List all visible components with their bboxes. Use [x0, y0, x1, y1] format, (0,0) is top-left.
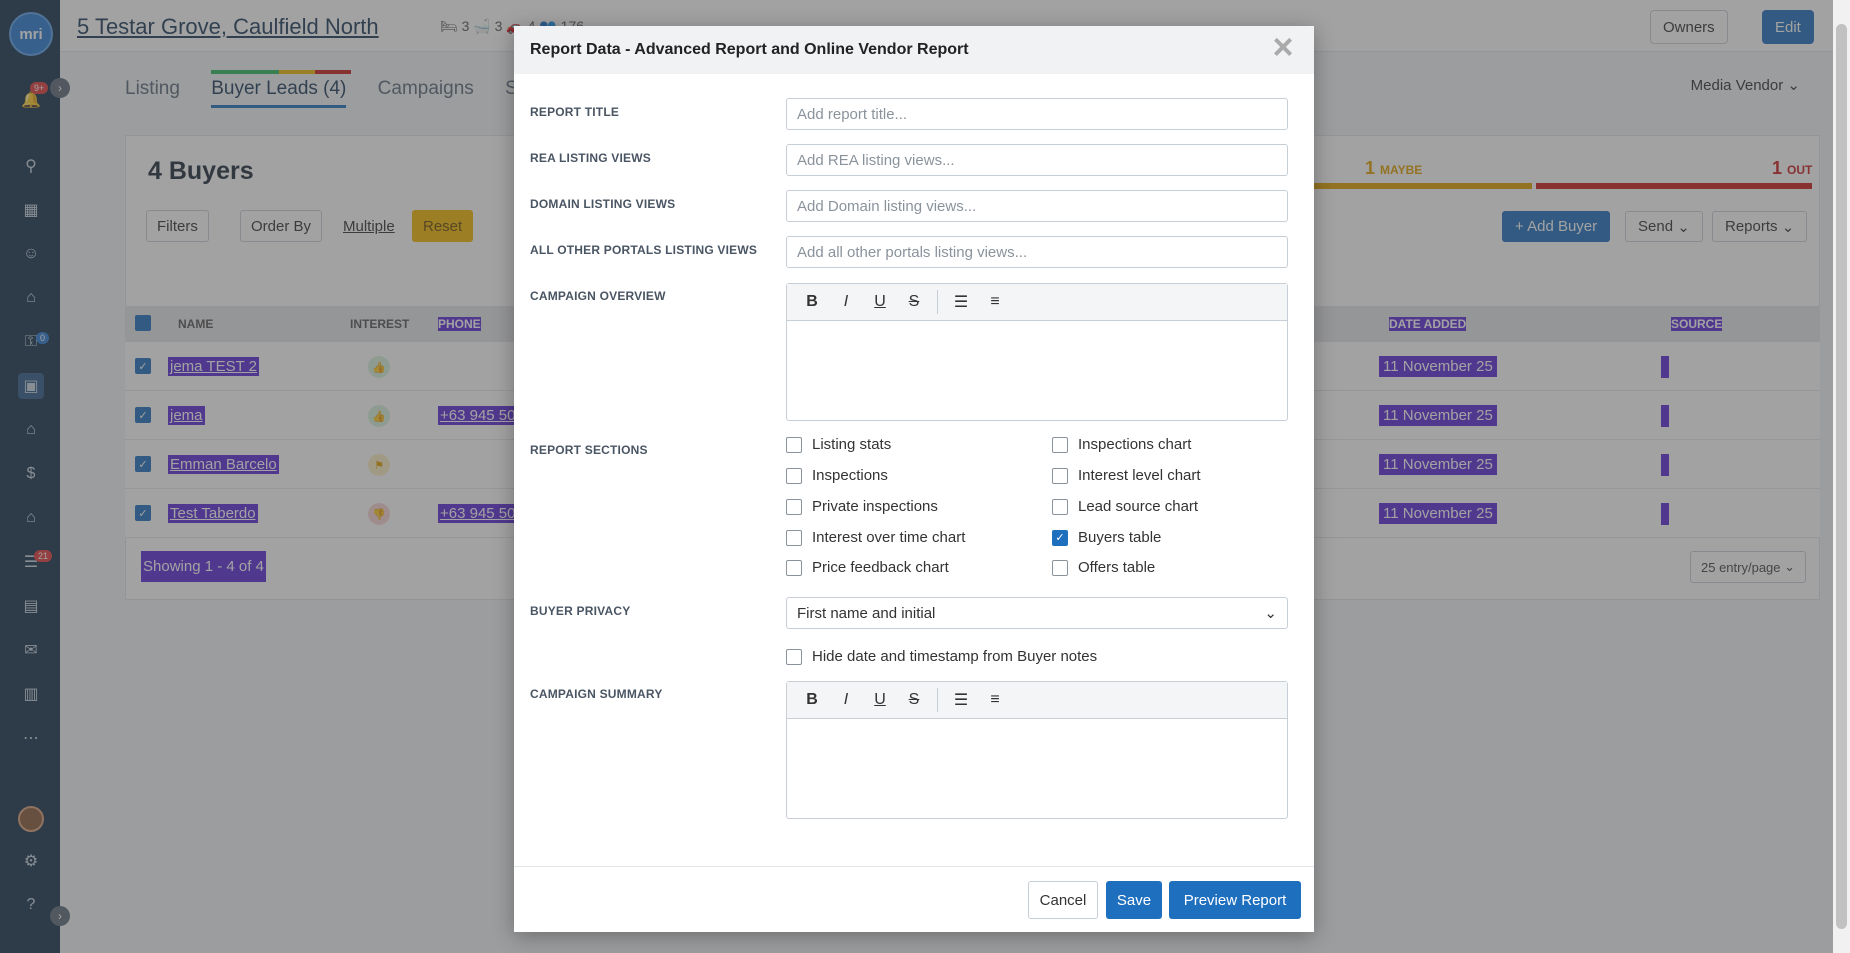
toolbar-divider	[937, 688, 938, 712]
section-offers-table[interactable]: Offers table	[1052, 559, 1155, 576]
report-sections-label: REPORT SECTIONS	[530, 443, 648, 457]
italic-icon[interactable]: I	[829, 691, 863, 709]
strikethrough-icon[interactable]: S	[897, 293, 931, 311]
checkbox[interactable]	[786, 648, 802, 665]
numbered-list-icon[interactable]: ≡	[978, 691, 1012, 709]
checkbox[interactable]	[786, 529, 802, 546]
checkbox[interactable]	[786, 498, 802, 515]
section-lead-source-chart[interactable]: Lead source chart	[1052, 498, 1198, 515]
close-icon[interactable]: ×	[1266, 29, 1300, 66]
report-data-modal: Report Data - Advanced Report and Online…	[514, 26, 1314, 932]
section-inspections[interactable]: Inspections	[786, 467, 888, 484]
section-listing-stats[interactable]: Listing stats	[786, 436, 891, 453]
preview-report-button[interactable]: Preview Report	[1169, 881, 1301, 919]
checkbox-label: Offers table	[1078, 559, 1156, 576]
checkbox[interactable]	[786, 436, 802, 453]
section-buyers-table[interactable]: ✓ Buyers table	[1052, 529, 1161, 546]
report-title-label: REPORT TITLE	[530, 105, 620, 119]
checkbox[interactable]	[786, 559, 802, 576]
checkbox-label: Private inspections	[812, 498, 938, 515]
editor-toolbar: B I U S ☰ ≡	[787, 682, 1287, 719]
checkbox-label: Interest over time chart	[812, 529, 966, 546]
bold-icon[interactable]: B	[795, 691, 829, 709]
hide-timestamp-checkbox[interactable]: Hide date and timestamp from Buyer notes	[786, 648, 1097, 665]
numbered-list-icon[interactable]: ≡	[978, 293, 1012, 311]
section-price-feedback-chart[interactable]: Price feedback chart	[786, 559, 949, 576]
bold-icon[interactable]: B	[795, 293, 829, 311]
other-views-input[interactable]	[786, 236, 1288, 268]
checkbox-label: Lead source chart	[1078, 498, 1199, 515]
bullet-list-icon[interactable]: ☰	[944, 690, 978, 710]
checkbox-label: Hide date and timestamp from Buyer notes	[812, 648, 1098, 665]
checkbox-label: Interest level chart	[1078, 467, 1201, 484]
editor-body[interactable]	[787, 719, 1287, 819]
rea-views-label: REA LISTING VIEWS	[530, 151, 651, 165]
italic-icon[interactable]: I	[829, 293, 863, 311]
section-private-inspections[interactable]: Private inspections	[786, 498, 938, 515]
checkbox[interactable]	[1052, 467, 1068, 484]
section-inspections-chart[interactable]: Inspections chart	[1052, 436, 1191, 453]
section-interest-level-chart[interactable]: Interest level chart	[1052, 467, 1201, 484]
section-interest-over-time-chart[interactable]: Interest over time chart	[786, 529, 965, 546]
buyer-privacy-select[interactable]: First name and initial ⌄	[786, 597, 1288, 629]
campaign-summary-editor[interactable]: B I U S ☰ ≡	[786, 681, 1288, 819]
checkbox-label: Buyers table	[1078, 529, 1162, 546]
other-views-label: ALL OTHER PORTALS LISTING VIEWS	[530, 243, 758, 257]
chevron-down-icon: ⌄	[1264, 605, 1277, 622]
domain-views-label: DOMAIN LISTING VIEWS	[530, 197, 676, 211]
report-title-input[interactable]	[786, 98, 1288, 130]
checkbox-label: Inspections chart	[1078, 436, 1192, 453]
modal-header: Report Data - Advanced Report and Online…	[514, 26, 1314, 74]
toolbar-divider	[937, 290, 938, 314]
modal-title: Report Data - Advanced Report and Online…	[530, 41, 969, 58]
scrollbar-thumb[interactable]	[1836, 24, 1847, 929]
campaign-overview-editor[interactable]: B I U S ☰ ≡	[786, 283, 1288, 421]
save-button[interactable]: Save	[1106, 881, 1162, 919]
rea-views-input[interactable]	[786, 144, 1288, 176]
domain-views-input[interactable]	[786, 190, 1288, 222]
cancel-button[interactable]: Cancel	[1028, 881, 1098, 919]
buyer-privacy-value: First name and initial	[797, 604, 936, 622]
checkbox-label: Listing stats	[812, 436, 892, 453]
campaign-overview-label: CAMPAIGN OVERVIEW	[530, 289, 666, 303]
bullet-list-icon[interactable]: ☰	[944, 292, 978, 312]
editor-body[interactable]	[787, 321, 1287, 421]
checkbox[interactable]	[1052, 559, 1068, 576]
checkbox[interactable]	[1052, 436, 1068, 453]
underline-icon[interactable]: U	[863, 293, 897, 311]
checkbox-label: Inspections	[812, 467, 888, 484]
page-scrollbar[interactable]	[1833, 0, 1850, 953]
checkbox-checked[interactable]: ✓	[1052, 529, 1068, 546]
editor-toolbar: B I U S ☰ ≡	[787, 284, 1287, 321]
checkbox[interactable]	[786, 467, 802, 484]
campaign-summary-label: CAMPAIGN SUMMARY	[530, 687, 663, 701]
checkbox[interactable]	[1052, 498, 1068, 515]
buyer-privacy-label: BUYER PRIVACY	[530, 604, 631, 618]
underline-icon[interactable]: U	[863, 691, 897, 709]
checkbox-label: Price feedback chart	[812, 559, 949, 576]
strikethrough-icon[interactable]: S	[897, 691, 931, 709]
